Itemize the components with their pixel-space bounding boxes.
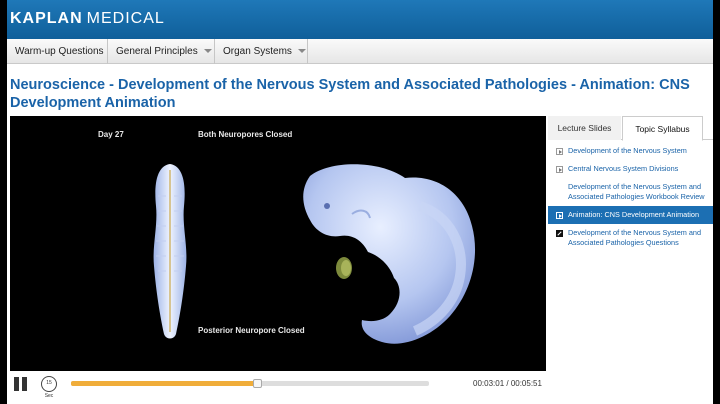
syllabus-item-label: Development of the Nervous System [568, 146, 687, 155]
logo-product: MEDICAL [86, 10, 165, 27]
progress-fill [71, 381, 258, 386]
replay-15-sec-button[interactable]: 15 Sec [41, 376, 57, 399]
syllabus-item-label: Development of the Nervous System and As… [568, 182, 705, 201]
page-title: Neuroscience - Development of the Nervou… [10, 77, 690, 111]
app-header: KAPLAN MEDICAL [7, 0, 713, 39]
nav-warm-up-questions[interactable]: Warm-up Questions [7, 39, 108, 64]
embryo-lateral-view [303, 164, 476, 344]
pause-bar-right [22, 377, 27, 391]
tab-topic-syllabus[interactable]: Topic Syllabus [622, 116, 703, 141]
main-nav: Warm-up Questions General Principles Org… [7, 39, 713, 64]
video-player[interactable]: Day 27 Both Neuropores Closed Posterior … [10, 116, 546, 371]
chevron-down-icon [297, 49, 306, 54]
play-icon [556, 166, 563, 173]
syllabus-item[interactable]: Development of the Nervous System [548, 142, 713, 160]
syllabus-item-active[interactable]: Animation: CNS Development Animation [548, 206, 713, 224]
play-icon [556, 212, 563, 219]
side-tabs: Lecture Slides Topic Syllabus [548, 116, 713, 141]
play-icon [556, 148, 563, 155]
nav-organ-systems[interactable]: Organ Systems [215, 39, 308, 64]
nav-label: Warm-up Questions [15, 46, 104, 57]
total-time: 00:05:51 [510, 379, 542, 388]
replay-icon-label: 15 Sec [44, 380, 54, 399]
pause-bar-left [14, 377, 19, 391]
progress-bar[interactable] [71, 379, 429, 388]
right-letterbox [713, 0, 720, 404]
nav-general-principles[interactable]: General Principles [108, 39, 215, 64]
player-controls: 15 Sec 00:03:01 / 00:05:51 [7, 371, 545, 399]
tab-label: Lecture Slides [557, 123, 612, 133]
syllabus-item-label: Development of the Nervous System and As… [568, 228, 702, 247]
syllabus-item[interactable]: Development of the Nervous System and As… [548, 178, 713, 206]
time-separator: / [504, 379, 511, 388]
tab-label: Topic Syllabus [635, 124, 690, 134]
syllabus-item[interactable]: Development of the Nervous System and As… [548, 224, 713, 252]
quiz-icon [556, 230, 563, 237]
neural-tube-dorsal-view [153, 164, 187, 339]
time-display: 00:03:01 / 00:05:51 [473, 379, 542, 388]
progress-handle[interactable] [253, 379, 263, 388]
nav-label: Organ Systems [223, 46, 292, 57]
logo-brand: KAPLAN [10, 10, 83, 27]
current-time: 00:03:01 [473, 379, 505, 388]
chevron-down-icon [203, 49, 212, 54]
syllabus-list: Development of the Nervous System Centra… [548, 142, 713, 252]
syllabus-item-label: Animation: CNS Development Animation [568, 210, 700, 219]
pause-button[interactable] [14, 377, 28, 391]
embryo-illustration [153, 164, 476, 344]
side-panel: Lecture Slides Topic Syllabus Developmen… [548, 116, 713, 396]
left-letterbox [0, 0, 7, 404]
syllabus-item[interactable]: Central Nervous System Divisions [548, 160, 713, 178]
tab-lecture-slides[interactable]: Lecture Slides [548, 116, 621, 140]
syllabus-item-label: Central Nervous System Divisions [568, 164, 679, 173]
kaplan-medical-logo[interactable]: KAPLAN MEDICAL [10, 10, 165, 28]
nav-label: General Principles [116, 46, 198, 57]
